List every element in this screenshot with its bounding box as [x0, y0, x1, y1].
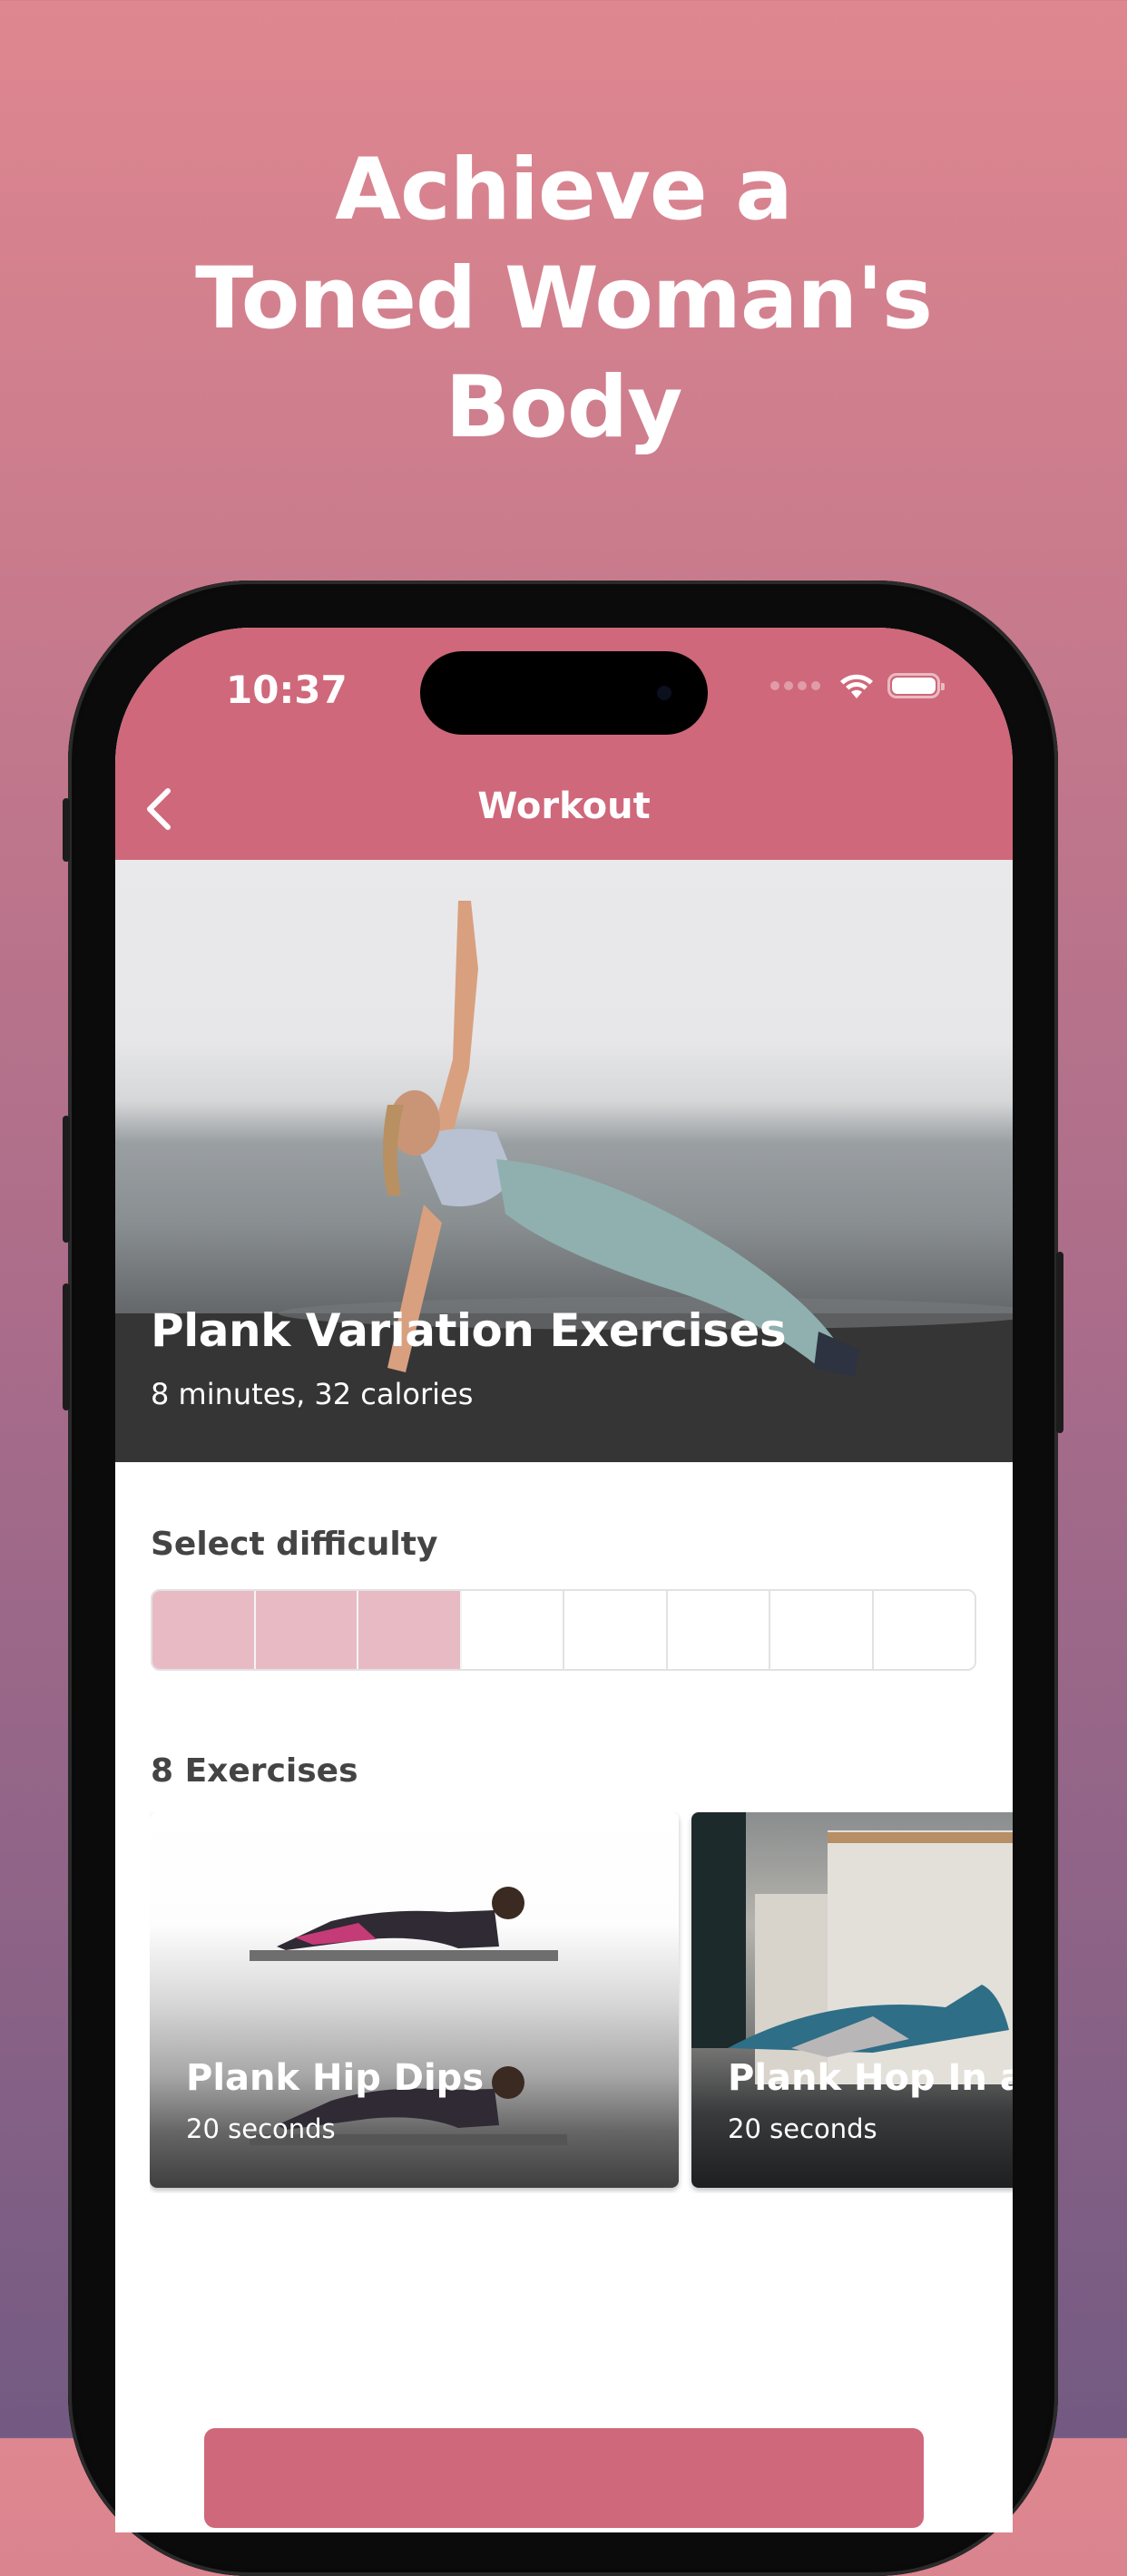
- workout-title: Plank Variation Exercises: [151, 1304, 787, 1357]
- difficulty-label: Select difficulty: [151, 1526, 438, 1563]
- difficulty-level-1[interactable]: [152, 1591, 256, 1669]
- exercise-card[interactable]: Plank Hip Dips 20 seconds: [150, 1812, 679, 2188]
- nav-title: Workout: [477, 785, 651, 827]
- difficulty-level-8[interactable]: [873, 1591, 975, 1669]
- exercise-duration: 20 seconds: [728, 2113, 877, 2144]
- difficulty-level-3[interactable]: [358, 1591, 462, 1669]
- difficulty-level-4[interactable]: [461, 1591, 564, 1669]
- battery-icon: [887, 673, 945, 698]
- difficulty-selector[interactable]: [151, 1589, 976, 1671]
- camera-icon: [657, 686, 671, 700]
- status-time: 10:37: [226, 668, 348, 712]
- exercise-title: Plank Hop In and Out: [728, 2057, 1013, 2099]
- power-button: [1056, 1252, 1063, 1433]
- headline-line-2: Toned Woman's: [195, 249, 933, 348]
- exercises-count: 8 Exercises: [151, 1752, 358, 1790]
- workout-summary: 8 minutes, 32 calories: [151, 1377, 474, 1411]
- exercise-card[interactable]: Plank Hop In and Out 20 seconds: [691, 1812, 1013, 2188]
- start-workout-button[interactable]: [204, 2428, 924, 2528]
- volume-down-button: [63, 1283, 70, 1410]
- difficulty-level-7[interactable]: [770, 1591, 874, 1669]
- exercise-duration: 20 seconds: [186, 2113, 336, 2144]
- headline-line-3: Body: [445, 358, 683, 457]
- wifi-icon: [840, 674, 873, 698]
- workout-hero: Plank Variation Exercises 8 minutes, 32 …: [115, 860, 1013, 1462]
- difficulty-level-5[interactable]: [564, 1591, 668, 1669]
- status-icons: [770, 671, 945, 700]
- exercise-title: Plank Hip Dips: [186, 2057, 485, 2099]
- difficulty-level-2[interactable]: [255, 1591, 358, 1669]
- signal-icon: [770, 681, 820, 690]
- promo-headline: Achieve a Toned Woman's Body: [0, 136, 1127, 463]
- app-header: 10:37 Workout: [115, 628, 1013, 860]
- volume-up-button: [63, 1116, 70, 1243]
- hero-image: [115, 901, 1013, 1462]
- difficulty-level-6[interactable]: [667, 1591, 770, 1669]
- action-button: [63, 798, 70, 862]
- dynamic-island: [420, 651, 708, 735]
- headline-line-1: Achieve a: [335, 141, 793, 239]
- exercise-carousel[interactable]: Plank Hip Dips 20 seconds Plank Hop In a…: [150, 1812, 1013, 2193]
- app-screen: 10:37 Workout Plank Variation Exercises …: [115, 628, 1013, 2532]
